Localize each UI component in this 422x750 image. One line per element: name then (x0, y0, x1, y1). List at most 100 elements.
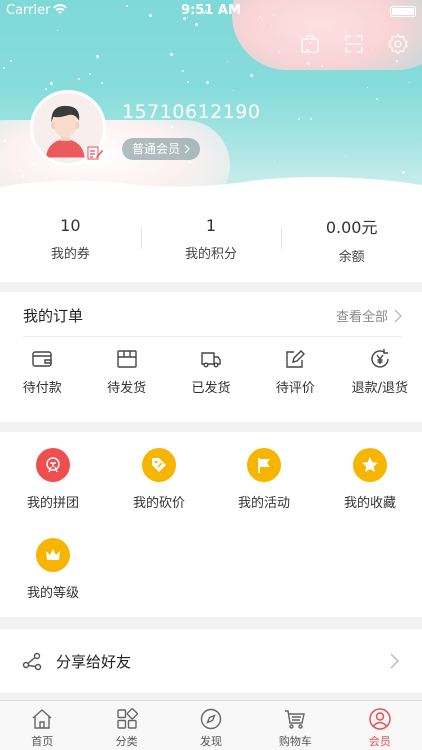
sparkle (189, 161, 191, 163)
sparkle (50, 166, 52, 168)
tab-label: 会员 (368, 735, 391, 748)
tab-label: 购物车 (278, 735, 312, 748)
stat-balance[interactable]: 0.00元 余额 (281, 196, 422, 282)
edit-profile-icon[interactable] (86, 144, 104, 162)
tab-member[interactable]: 会员 (338, 701, 422, 750)
clock: 9:51 AM (181, 3, 241, 18)
stat-coupons[interactable]: 10 我的券 (0, 196, 141, 282)
feature-label: 我的收藏 (343, 496, 396, 511)
tab-category[interactable]: 分类 (84, 701, 168, 750)
order-pending-shipment[interactable]: 待发货 (84, 348, 168, 396)
box-icon (116, 350, 137, 368)
stat-value: 0.00元 (325, 217, 378, 237)
share-label: 分享给好友 (56, 653, 132, 671)
order-refund[interactable]: 退款/退货 (338, 348, 422, 396)
section-title: 我的订单 (23, 307, 84, 325)
feature-level[interactable]: 我的等级 (0, 538, 106, 601)
sparkle (376, 98, 378, 100)
header-actions (298, 32, 410, 56)
sparkle (206, 81, 209, 84)
stat-label: 我的积分 (185, 247, 238, 262)
home-icon (32, 709, 52, 729)
share-to-friends-row[interactable]: 分享给好友 (0, 629, 422, 693)
sparkle (187, 81, 189, 83)
compass-icon (200, 708, 222, 730)
tab-label: 首页 (31, 735, 54, 748)
account-stats: 10 我的券 1 我的积分 0.00元 余额 (0, 196, 422, 282)
sparkle (307, 62, 310, 65)
sparkle (33, 171, 34, 172)
sparkle (4, 140, 6, 142)
tab-label: 发现 (200, 735, 223, 748)
sparkle (321, 65, 323, 67)
sparkle (89, 73, 91, 75)
stat-points[interactable]: 1 我的积分 (140, 196, 282, 282)
sparkle (310, 118, 312, 120)
sparkle (367, 87, 368, 88)
sparkle (3, 67, 5, 69)
yen-refund-icon (371, 349, 389, 368)
feature-grid: 我的拼团 我的砍价 我的活动 我的收藏 我的等级 (0, 432, 422, 617)
order-item-label: 待付款 (22, 381, 62, 396)
feature-bargain[interactable]: 我的砍价 (106, 448, 212, 511)
tab-label: 分类 (115, 735, 138, 748)
sparkle (274, 161, 275, 162)
sparkle (227, 61, 228, 62)
order-item-label: 已发货 (191, 381, 231, 396)
view-all-label: 查看全部 (335, 310, 388, 325)
sparkle (396, 60, 398, 62)
user-phone: 15710612190 (122, 101, 261, 123)
tab-discover[interactable]: 发现 (169, 701, 253, 750)
order-status-list: 待付款 待发货 已发货 待评价 退款/退货 (0, 348, 422, 396)
feature-label: 我的砍价 (132, 496, 185, 511)
feature-label: 我的活动 (237, 496, 290, 511)
feature-label: 我的等级 (26, 586, 79, 601)
order-pending-review[interactable]: 待评价 (253, 348, 337, 396)
stat-value: 1 (205, 216, 217, 235)
sparkle (233, 90, 234, 91)
sparkle (182, 70, 184, 72)
tab-home[interactable]: 首页 (0, 701, 84, 750)
truck-icon (201, 352, 221, 368)
status-bar: Carrier 9:51 AM (0, 0, 422, 22)
sparkle (78, 78, 80, 80)
chevron-right-icon (394, 309, 402, 322)
sparkle (112, 142, 115, 145)
sparkle (298, 118, 300, 120)
sparkle (271, 25, 272, 26)
edit-icon (286, 350, 306, 368)
order-item-label: 待评价 (275, 381, 315, 396)
crown-icon (36, 538, 70, 572)
member-level-badge[interactable]: 普通会员 (122, 138, 201, 160)
tag-icon (142, 448, 176, 482)
cart-icon (285, 710, 306, 729)
order-item-label: 退款/退货 (351, 381, 409, 396)
feature-label: 我的拼团 (26, 496, 79, 511)
stat-label: 余额 (338, 249, 365, 265)
scan-icon[interactable] (342, 32, 366, 56)
sparkle (195, 23, 198, 26)
feature-group-buy[interactable]: 我的拼团 (0, 448, 106, 511)
member-level-label: 普通会员 (132, 142, 181, 156)
user-icon (369, 708, 391, 730)
order-pending-payment[interactable]: 待付款 (0, 348, 84, 396)
feature-activities[interactable]: 我的活动 (211, 448, 317, 511)
view-all-orders-link[interactable]: 查看全部 (336, 306, 402, 325)
sparkle (409, 82, 410, 83)
sparkle (170, 53, 173, 56)
chevron-right-icon (390, 653, 399, 669)
orders-section: 我的订单 查看全部 待付款 待发货 已发货 待评价 退款/退货 (0, 292, 422, 422)
share-icon (22, 652, 42, 671)
wardrobe-icon[interactable] (298, 32, 322, 56)
settings-icon[interactable] (386, 32, 410, 56)
flag-icon (247, 448, 281, 482)
order-shipped[interactable]: 已发货 (169, 348, 253, 396)
header-wave (0, 176, 422, 196)
battery-icon (390, 6, 416, 17)
chevron-right-icon (184, 144, 190, 154)
feature-favorites[interactable]: 我的收藏 (317, 448, 422, 511)
tab-cart[interactable]: 购物车 (253, 701, 337, 750)
wallet-icon (32, 351, 52, 367)
order-item-label: 待发货 (107, 381, 147, 396)
sparkle (50, 82, 53, 85)
